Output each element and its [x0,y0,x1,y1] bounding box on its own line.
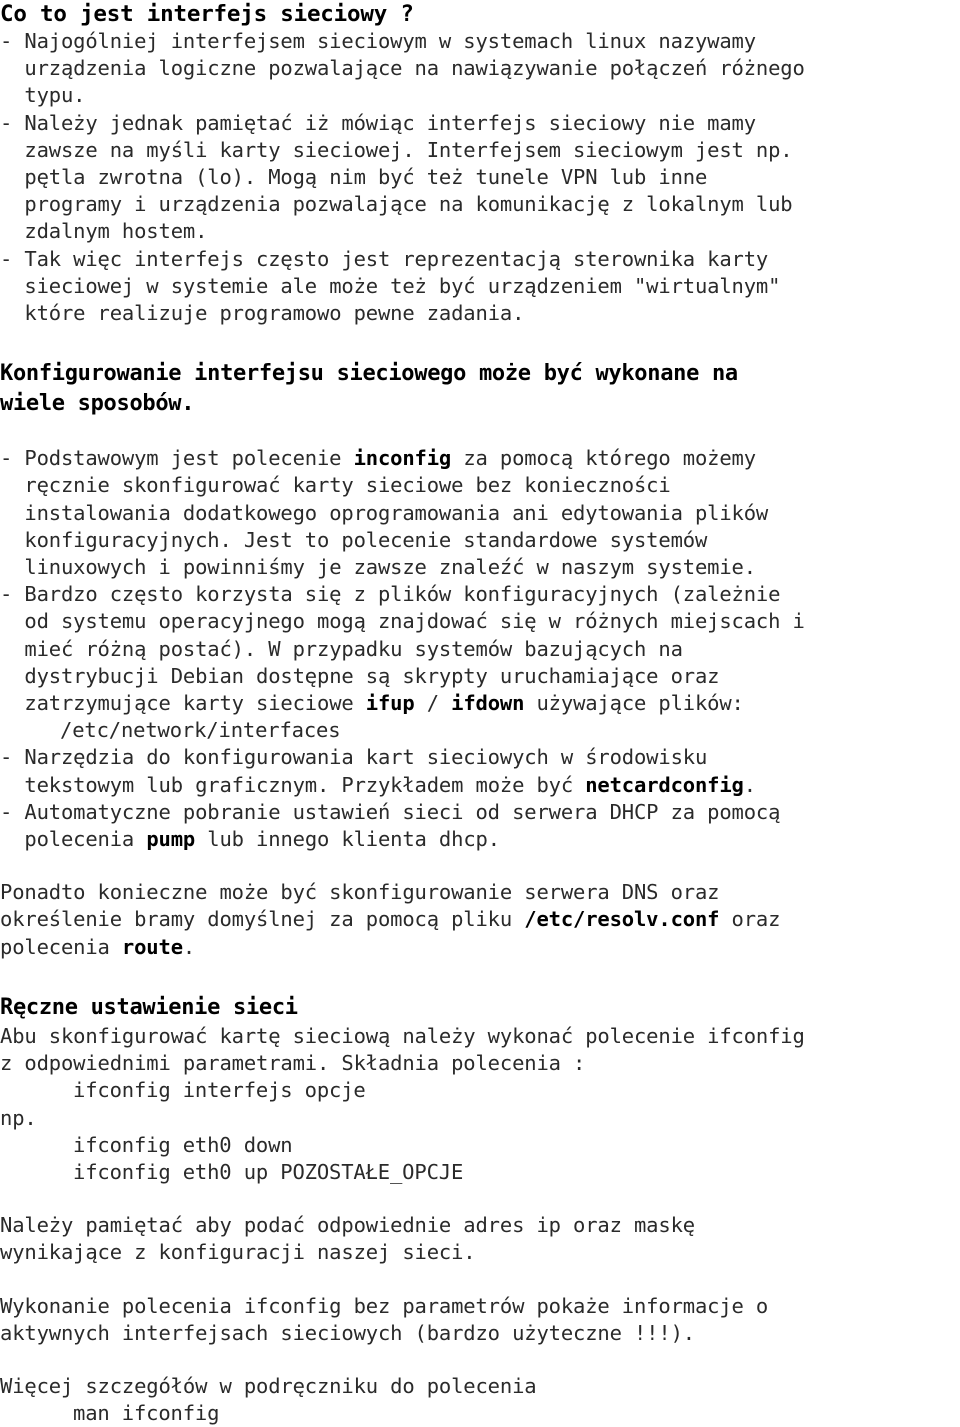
inline-code-pump: pump [146,827,196,852]
list-item-text: - Podstawowym jest polecenie [0,446,354,471]
file-path-interfaces: /etc/network/interfaces [60,718,341,743]
separator-slash: / [414,691,452,716]
section-heading-configuration: Konfigurowanie interfejsu sieciowego moż… [0,361,738,417]
list-item-text-cont: . [743,772,756,797]
list-item: - Podstawowym jest polecenie inconfig za… [0,445,960,581]
inline-code-resolv-conf: /etc/resolv.conf [524,907,720,932]
inline-code-route: route [121,934,183,959]
code-man-ifconfig: man ifconfig [73,1401,220,1426]
inline-code-ifdown: ifdown [451,691,525,716]
paragraph-note-more-details: Więcej szczegółów w podręczniku do polec… [0,1373,537,1398]
list-item: - Automatyczne pobranie ustawień sieci o… [0,799,960,853]
list-item: - Należy jednak pamiętać iż mówiąc inter… [0,110,793,244]
list-item: - Narzędzia do konfigurowania kart sieci… [0,744,960,798]
document-page: Co to jest interfejs sieciowy ? - Najogó… [0,0,960,1425]
list-item: - Tak więc interfejs często jest repreze… [0,246,781,326]
list-item-text-cont: lub innego klienta dhcp. [195,827,500,852]
label-np: np. [0,1105,37,1130]
paragraph-dns-route: Ponadto konieczne może być skonfigurowan… [0,879,960,961]
paragraph-note-no-params: Wykonanie polecenia ifconfig bez paramet… [0,1293,769,1345]
inline-code-ifup: ifup [365,691,415,716]
inline-code-netcardconfig: netcardconfig [585,772,744,797]
list-item-text-cont: używające plików: [524,691,744,716]
paragraph-note-ip-mask: Należy pamiętać aby podać odpowiednie ad… [0,1213,695,1265]
list-item: - Bardzo często korzysta się z plików ko… [0,581,960,717]
section-heading-manual-setup: Ręczne ustawienie sieci [0,994,298,1020]
paragraph-text-end: . [182,934,196,959]
code-syntax: ifconfig interfejs opcje [73,1078,366,1103]
list-item: - Najogólniej interfejsem sieciowym w sy… [0,29,805,108]
inline-code-inconfig: inconfig [353,446,452,471]
page-title: Co to jest interfejs sieciowy ? [0,1,414,27]
code-examples: ifconfig eth0 down ifconfig eth0 up POZO… [73,1132,464,1184]
paragraph-intro: Abu skonfigurować kartę sieciową należy … [0,1023,805,1076]
